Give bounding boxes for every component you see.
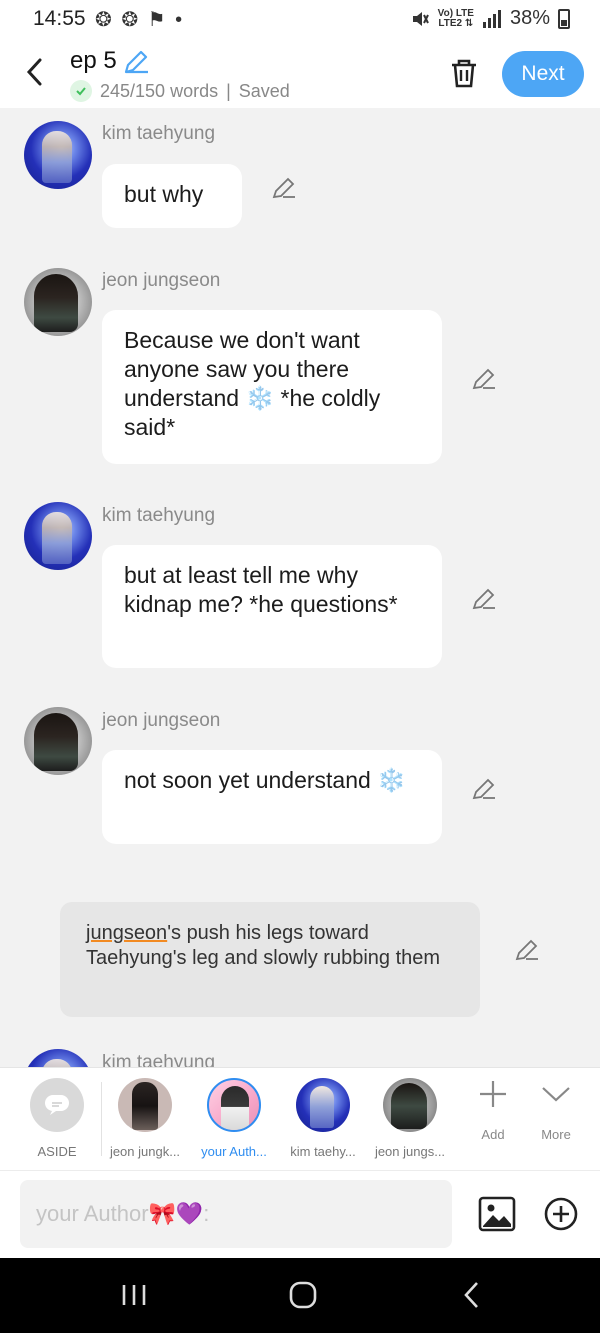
character-aside[interactable]: ASIDE (18, 1078, 96, 1159)
message-speaker: kim taehyung (102, 505, 216, 526)
battery-percent: 38% (509, 7, 550, 29)
add-character-button[interactable]: Add (463, 1078, 523, 1142)
character-label: ASIDE (37, 1144, 77, 1159)
avatar-kim-taehyung (24, 121, 92, 189)
avatar-jeon-jungseon (24, 707, 92, 775)
message-speaker: kim taehyung (102, 123, 216, 144)
status-right: Vo) LTE LTE2 ⇅ 38% (410, 7, 570, 30)
saved-check-icon (70, 80, 92, 102)
avatar-jeon-jungkook (118, 1078, 172, 1132)
save-status-row: 245/150 words | Saved (70, 80, 290, 102)
edit-message-icon[interactable] (471, 366, 497, 392)
selector-divider (101, 1082, 102, 1156)
avatar-kim-taehyung (24, 502, 92, 570)
save-status: Saved (238, 80, 290, 101)
separator: | (226, 80, 231, 101)
message-input[interactable]: your Author🎀💜: (20, 1180, 452, 1248)
image-icon[interactable] (478, 1196, 516, 1232)
edit-message-icon[interactable] (471, 776, 497, 802)
character-jeon-jungkook[interactable]: jeon jungk... (106, 1078, 184, 1159)
character-selector: ASIDE jeon jungk... your Auth... kim tae… (0, 1067, 600, 1170)
next-button[interactable]: Next (502, 51, 584, 97)
status-time: 14:55 (33, 7, 86, 30)
add-label: Add (481, 1127, 505, 1142)
home-icon[interactable] (283, 1280, 323, 1310)
status-bar: 14:55 ❂ ❂ ⚑ • Vo) LTE LTE2 ⇅ 38% (0, 0, 600, 40)
character-label: your Auth... (201, 1144, 267, 1159)
message-bubble[interactable]: but why (102, 164, 242, 228)
composer: your Author🎀💜: (0, 1170, 600, 1258)
back-arrow-icon[interactable] (22, 54, 50, 90)
edit-aside-icon[interactable] (514, 937, 540, 963)
aside-icon (30, 1078, 84, 1132)
avatar-jeon-jungseon (24, 268, 92, 336)
avatar-kim-taehyung (24, 1049, 92, 1067)
chat-area[interactable]: kim taehyung but why jeon jungseon Becau… (0, 108, 600, 1067)
avatar-jeon-jungseon (383, 1078, 437, 1132)
character-your-author[interactable]: your Auth... (195, 1078, 273, 1159)
battery-icon (558, 8, 570, 29)
avatar-kim-taehyung (296, 1078, 350, 1132)
app-header: ep 5 245/150 words | Saved Next (0, 40, 600, 108)
more-button[interactable]: More (526, 1078, 586, 1142)
message-speaker: kim taehyung (102, 1052, 216, 1067)
back-nav-icon[interactable] (452, 1280, 492, 1310)
edit-message-icon[interactable] (271, 175, 297, 201)
aside-name: jungseon (86, 922, 168, 944)
more-label: More (541, 1127, 571, 1142)
message-speaker: jeon jungseon (102, 270, 221, 291)
message-bubble[interactable]: but at least tell me why kidnap me? *he … (102, 545, 442, 668)
chevron-down-icon (542, 1087, 570, 1102)
aside-narration[interactable]: jungseon's push his legs toward Taehyung… (60, 902, 480, 1017)
notification-icons: ❂ ❂ ⚑ • (95, 9, 185, 31)
character-label: jeon jungs... (374, 1144, 446, 1159)
mute-icon (412, 11, 429, 26)
edit-title-icon[interactable] (122, 48, 150, 76)
signal-icon (482, 9, 501, 28)
message-bubble[interactable]: Because we don't want anyone saw you the… (102, 310, 442, 464)
avatar-your-author (207, 1078, 261, 1132)
character-jeon-jungseon[interactable]: jeon jungs... (371, 1078, 449, 1159)
edit-message-icon[interactable] (471, 586, 497, 612)
character-label: kim taehy... (290, 1144, 356, 1159)
word-count: 245/150 words (100, 80, 219, 101)
recent-apps-icon[interactable] (114, 1280, 154, 1310)
character-kim-taehyung[interactable]: kim taehy... (284, 1078, 362, 1159)
episode-title: ep 5 (70, 47, 117, 74)
plus-icon (480, 1081, 506, 1107)
message-speaker: jeon jungseon (102, 710, 221, 731)
add-circle-icon[interactable] (543, 1196, 579, 1232)
character-label: jeon jungk... (109, 1144, 181, 1159)
system-navbar (0, 1258, 600, 1333)
message-bubble[interactable]: not soon yet understand ❄️ (102, 750, 442, 844)
trash-icon[interactable] (447, 56, 481, 90)
network-indicator: Vo) LTE LTE2 ⇅ (437, 7, 474, 29)
